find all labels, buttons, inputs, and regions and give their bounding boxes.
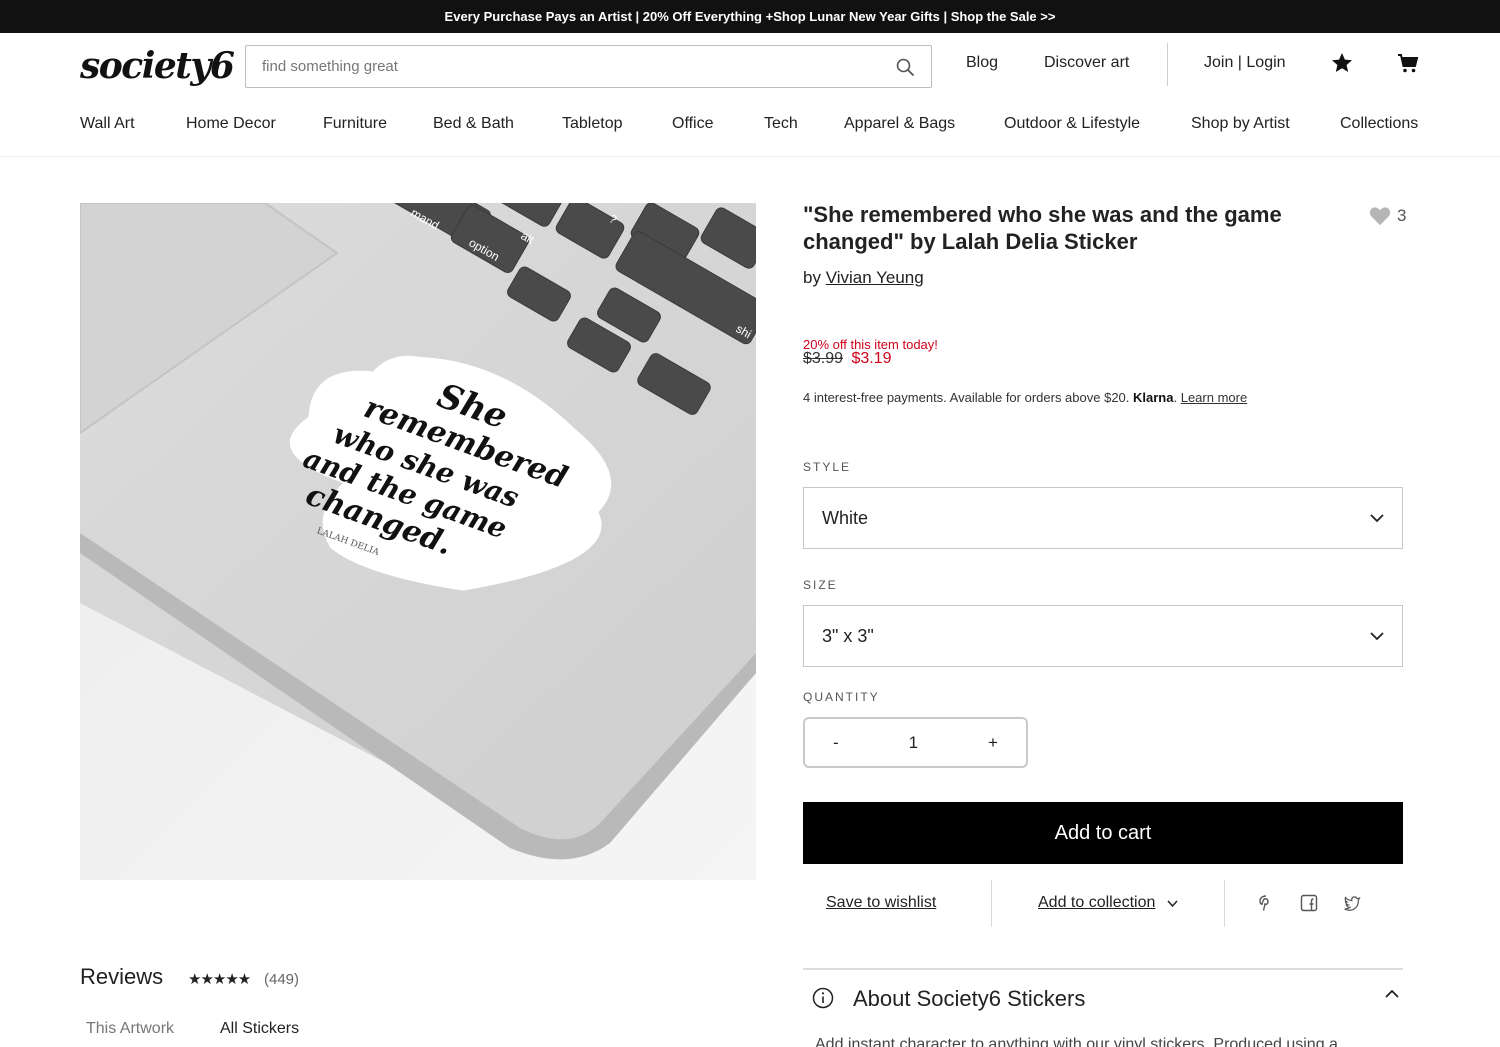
style-label: STYLE [803,460,852,474]
search-icon[interactable] [895,57,915,77]
nav-item-tech[interactable]: Tech [764,115,798,133]
style-value: White [822,507,869,528]
nav-item-apparel-bags[interactable]: Apparel & Bags [844,115,955,133]
site-header: society6 Blog Discover art Join | Login … [0,33,1500,157]
klarna-brand: Klarna [1133,390,1174,405]
search-box[interactable] [245,45,932,88]
review-count: (449) [264,971,300,988]
reviews-heading: Reviews [80,964,164,989]
price-sale: $3.19 [851,350,892,367]
artist-link[interactable]: Vivian Yeung [826,268,924,287]
quantity-label: QUANTITY [803,690,880,704]
nav-item-collections[interactable]: Collections [1340,115,1418,133]
klarna-note: 4 interest-free payments. Available for … [803,390,1248,405]
chevron-up-icon[interactable] [1385,989,1399,998]
pinterest-icon[interactable] [1257,894,1275,912]
add-to-cart-button[interactable]: Add to cart [803,802,1403,864]
facebook-icon[interactable] [1300,894,1318,912]
promo-bar[interactable]: Every Purchase Pays an Artist | 20% Off … [0,0,1500,33]
favorite-count: 3 [1397,206,1407,225]
chevron-down-icon[interactable] [1167,900,1178,908]
star-icon[interactable] [1330,51,1354,75]
nav-item-furniture[interactable]: Furniture [323,115,387,133]
search-input[interactable] [262,58,895,75]
join-login-link[interactable]: Join | Login [1204,54,1286,72]
about-text: Add instant character to anything with o… [815,1036,1338,1047]
quantity-value[interactable]: 1 [909,733,918,753]
price-original: $3.99 [803,350,844,367]
save-to-wishlist-link[interactable]: Save to wishlist [826,894,936,912]
size-select[interactable]: 3" x 3" [803,605,1403,667]
discover-art-link[interactable]: Discover art [1044,54,1129,72]
actions-divider [1224,880,1225,927]
actions-divider [991,880,992,927]
product-actions: Save to wishlist Add to collection [803,880,1403,927]
increment-button[interactable]: + [988,733,998,753]
nav-item-outdoor-lifestyle[interactable]: Outdoor & Lifestyle [1004,115,1140,133]
decrement-button[interactable]: - [833,733,839,753]
price: $3.99 $3.19 [803,350,892,368]
main-nav: Wall Art Home Decor Furniture Bed & Bath… [0,115,1500,137]
artist-byline: by Vivian Yeung [803,268,924,288]
size-value: 3" x 3" [822,625,874,646]
nav-item-bed-bath[interactable]: Bed & Bath [433,115,514,133]
nav-item-shop-by-artist[interactable]: Shop by Artist [1191,115,1290,133]
nav-item-office[interactable]: Office [672,115,714,133]
blog-link[interactable]: Blog [966,54,998,72]
nav-item-home-decor[interactable]: Home Decor [186,115,276,133]
divider [803,968,1403,970]
size-label: SIZE [803,578,838,592]
cart-icon[interactable] [1396,51,1420,75]
chevron-down-icon [1370,631,1384,640]
klarna-text: 4 interest-free payments. Available for … [803,390,1130,405]
learn-more-link[interactable]: Learn more [1181,390,1247,405]
heart-icon[interactable] [1369,206,1391,226]
quantity-stepper[interactable]: - 1 + [803,717,1028,768]
product-title: "She remembered who she was and the game… [803,202,1282,254]
favorite-button[interactable]: 3 [1369,206,1406,226]
add-to-collection-link[interactable]: Add to collection [1038,894,1155,912]
chevron-down-icon [1370,513,1384,522]
about-accordion[interactable]: About Society6 Stickers [803,983,1403,1015]
product-image[interactable]: mand alt option ? shi She remembered who… [80,203,756,880]
logo[interactable]: society6 [80,45,235,87]
nav-item-tabletop[interactable]: Tabletop [562,115,623,133]
product-photo: mand alt option ? shi She remembered who… [80,203,756,880]
twitter-icon[interactable] [1343,894,1361,912]
tab-all-stickers[interactable]: All Stickers [220,1020,299,1038]
style-select[interactable]: White [803,487,1403,549]
by-label: by [803,268,821,287]
about-title: About Society6 Stickers [853,986,1086,1011]
header-divider [1167,43,1168,86]
tab-this-artwork[interactable]: This Artwork [86,1020,174,1038]
nav-item-wall-art[interactable]: Wall Art [80,115,135,133]
rating-stars: ★★★★★ [188,971,251,988]
info-icon [812,987,834,1009]
